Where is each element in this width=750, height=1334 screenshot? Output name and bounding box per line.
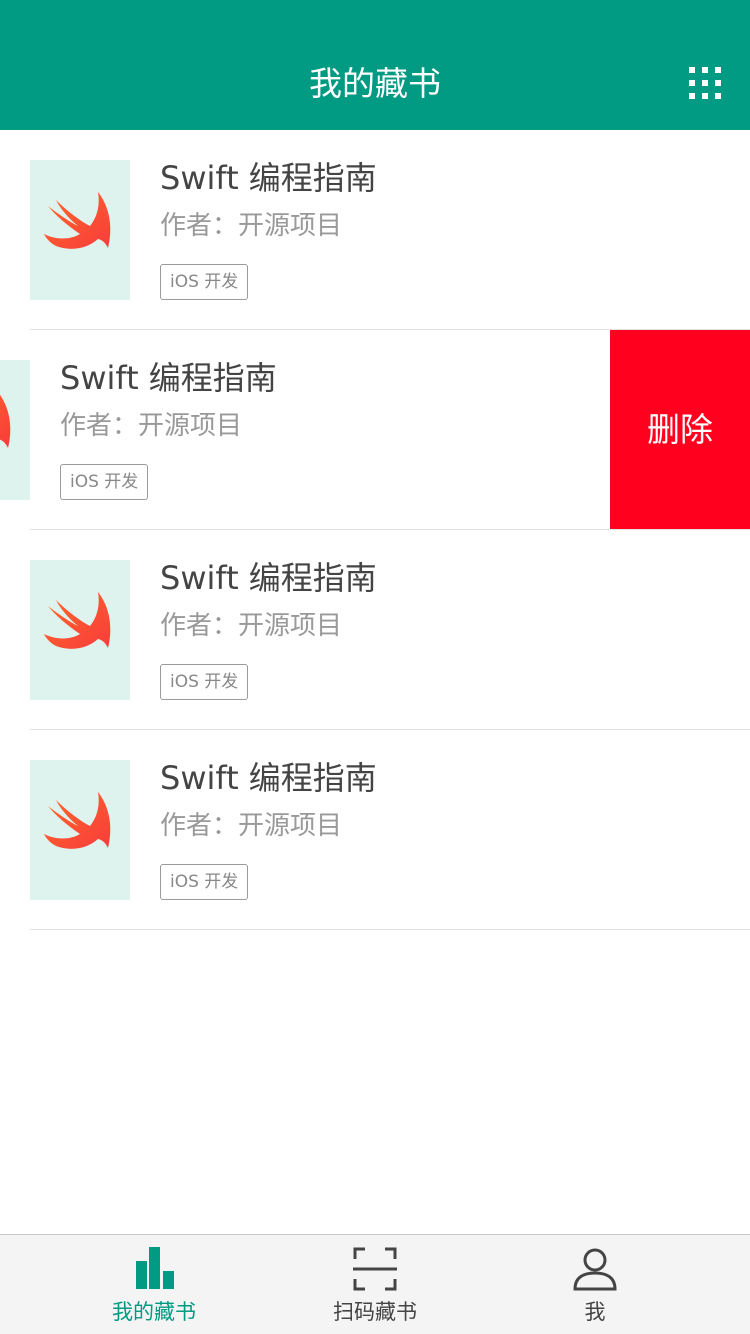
book-cover bbox=[30, 160, 130, 300]
user-icon bbox=[573, 1248, 617, 1291]
delete-button[interactable]: 删除 bbox=[610, 330, 750, 529]
swift-logo-icon bbox=[0, 394, 11, 448]
book-tag: iOS 开发 bbox=[60, 464, 149, 500]
book-tag: iOS 开发 bbox=[160, 864, 249, 900]
tab-label: 扫码藏书 bbox=[333, 1300, 417, 1324]
tab-scan-books[interactable]: 扫码藏书 bbox=[295, 1235, 455, 1334]
book-row-content[interactable]: Swift 编程指南 作者：开源项目 iOS 开发 bbox=[0, 330, 650, 530]
grid-icon[interactable] bbox=[688, 66, 722, 100]
book-title: Swift 编程指南 bbox=[160, 559, 377, 597]
book-title: Swift 编程指南 bbox=[160, 159, 377, 197]
book-tag: iOS 开发 bbox=[160, 664, 249, 700]
book-author: 作者：开源项目 bbox=[160, 211, 343, 241]
book-author: 作者：开源项目 bbox=[160, 811, 343, 841]
book-tag: iOS 开发 bbox=[160, 264, 249, 300]
book-author: 作者：开源项目 bbox=[60, 411, 243, 441]
bar-chart-icon bbox=[136, 1247, 174, 1289]
book-row[interactable]: Swift 编程指南 作者：开源项目 iOS 开发 bbox=[0, 130, 750, 330]
book-cover bbox=[30, 760, 130, 900]
tab-label: 我 bbox=[584, 1300, 606, 1324]
swift-logo-icon bbox=[44, 792, 111, 849]
scan-icon bbox=[353, 1247, 397, 1291]
book-author: 作者：开源项目 bbox=[160, 611, 343, 641]
book-title: Swift 编程指南 bbox=[60, 359, 277, 397]
divider bbox=[30, 929, 750, 930]
book-cover bbox=[30, 560, 130, 700]
book-row-content[interactable]: Swift 编程指南 作者：开源项目 iOS 开发 bbox=[0, 530, 750, 730]
swift-logo-icon bbox=[44, 592, 111, 649]
book-list: Swift 编程指南 作者：开源项目 iOS 开发 Swift 编程指南 作者：… bbox=[0, 130, 750, 930]
app-header: 我的藏书 bbox=[0, 0, 750, 130]
book-title: Swift 编程指南 bbox=[160, 759, 377, 797]
swift-logo-icon bbox=[44, 192, 111, 249]
tab-me[interactable]: 我 bbox=[515, 1235, 675, 1334]
book-row[interactable]: Swift 编程指南 作者：开源项目 iOS 开发 bbox=[0, 730, 750, 930]
book-row-content[interactable]: Swift 编程指南 作者：开源项目 iOS 开发 bbox=[0, 730, 750, 930]
book-row[interactable]: Swift 编程指南 作者：开源项目 iOS 开发 bbox=[0, 530, 750, 730]
book-cover bbox=[0, 360, 30, 500]
page-title: 我的藏书 bbox=[309, 64, 441, 103]
book-row-content[interactable]: Swift 编程指南 作者：开源项目 iOS 开发 bbox=[0, 130, 750, 330]
tab-my-books[interactable]: 我的藏书 bbox=[74, 1235, 234, 1334]
book-row[interactable]: Swift 编程指南 作者：开源项目 iOS 开发 删除 bbox=[0, 330, 750, 530]
tab-bar: 我的藏书 扫码藏书 我 bbox=[0, 1234, 750, 1334]
tab-label: 我的藏书 bbox=[112, 1300, 196, 1324]
